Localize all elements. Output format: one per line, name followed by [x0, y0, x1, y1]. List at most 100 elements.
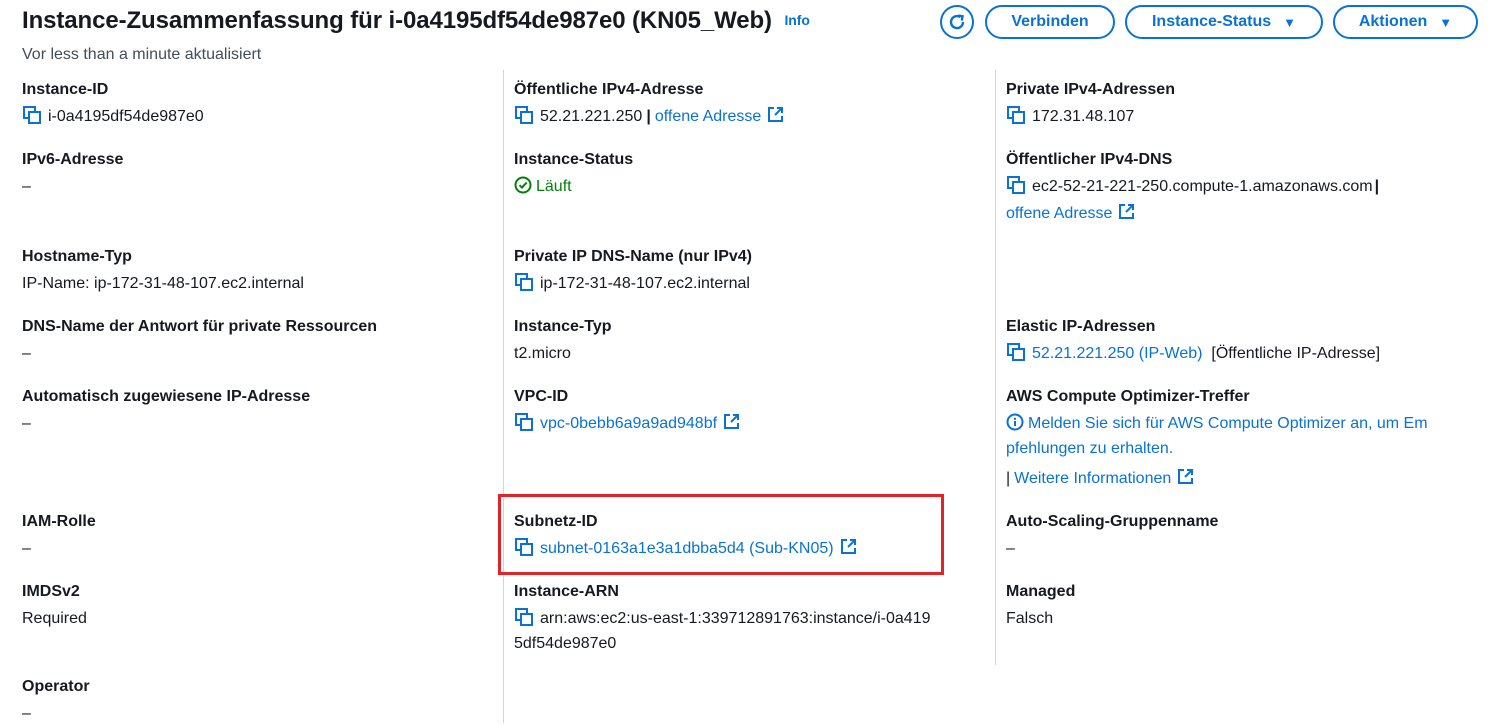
last-updated-text: Vor less than a minute aktualisiert: [22, 46, 262, 63]
ipv6-value: –: [22, 178, 31, 195]
private-dns-value: ip-172-31-48-107.ec2.internal: [540, 275, 750, 292]
elastic-ip-link[interactable]: 52.21.221.250 (IP-Web): [1032, 345, 1202, 362]
external-link-icon[interactable]: [767, 106, 784, 123]
column-divider: [503, 70, 504, 723]
copy-icon[interactable]: [1006, 105, 1026, 125]
copy-icon[interactable]: [514, 272, 534, 292]
managed-label: Managed: [1006, 583, 1076, 600]
instance-type-label: Instance-Typ: [514, 318, 612, 335]
public-ipv4-open-link[interactable]: offene Adresse: [655, 108, 761, 125]
iam-role-label: IAM-Rolle: [22, 513, 96, 530]
instance-type-field: Instance-Typ t2.micro: [514, 316, 984, 366]
auto-ip-field: Automatisch zugewiesene IP-Adresse –: [22, 386, 492, 436]
instance-id-value: i-0a4195df54de987e0: [48, 108, 204, 125]
optimizer-optin-link[interactable]: Melden Sie sich für AWS Compute Optimize…: [1028, 415, 1428, 432]
private-ipv4-label: Private IPv4-Adressen: [1006, 81, 1175, 98]
asg-label: Auto-Scaling-Gruppenname: [1006, 513, 1219, 530]
instance-type-value: t2.micro: [514, 345, 571, 362]
external-link-icon[interactable]: [723, 413, 740, 430]
optimizer-label: AWS Compute Optimizer-Treffer: [1006, 388, 1250, 405]
instance-status-label: Instance-Status: [514, 151, 634, 168]
copy-icon[interactable]: [1006, 175, 1026, 195]
optimizer-field: AWS Compute Optimizer-Treffer Melden Sie…: [1006, 386, 1476, 491]
refresh-button[interactable]: [940, 5, 974, 39]
imdsv2-label: IMDSv2: [22, 583, 80, 600]
page-title-text: Instance-Zusammenfassung für i-0a4195df5…: [22, 7, 772, 34]
instance-status-value: Läuft: [536, 178, 572, 195]
actions-dropdown[interactable]: Aktionen ▼: [1333, 5, 1478, 39]
instance-id-label: Instance-ID: [22, 81, 109, 98]
separator: |: [646, 108, 651, 125]
elastic-ip-field: Elastic IP-Adressen 52.21.221.250 (IP-We…: [1006, 316, 1476, 366]
asg-field: Auto-Scaling-Gruppenname –: [1006, 511, 1476, 561]
public-dns-value: ec2-52-21-221-250.compute-1.amazonaws.co…: [1032, 178, 1373, 195]
caret-down-icon: ▼: [1439, 14, 1453, 30]
instance-status-field: Instance-Status Läuft: [514, 149, 984, 199]
instance-arn-field: Instance-ARN arn:aws:ec2:us-east-1:33971…: [514, 581, 984, 656]
public-dns-label: Öffentlicher IPv4-DNS: [1006, 151, 1173, 168]
dns-private-label: DNS-Name der Antwort für private Ressour…: [22, 318, 378, 335]
check-circle-icon: [514, 176, 532, 194]
instance-status-dropdown-label: Instance-Status: [1151, 13, 1272, 30]
public-dns-field: Öffentlicher IPv4-DNS ec2-52-21-221-250.…: [1006, 149, 1476, 226]
copy-icon[interactable]: [514, 105, 534, 125]
more-info-link[interactable]: Weitere Informationen: [1014, 470, 1171, 487]
page-title: Instance-Zusammenfassung für i-0a4195df5…: [22, 7, 810, 35]
asg-value: –: [1006, 540, 1015, 557]
public-dns-open-link[interactable]: offene Adresse: [1006, 205, 1112, 222]
instance-arn-label: Instance-ARN: [514, 583, 619, 600]
auto-ip-value: –: [22, 415, 31, 432]
vpc-id-label: VPC-ID: [514, 388, 569, 405]
separator: |: [1006, 470, 1011, 487]
private-dns-label: Private IP DNS-Name (nur IPv4): [514, 248, 753, 265]
copy-icon[interactable]: [514, 607, 534, 627]
refresh-icon: [949, 14, 965, 30]
ipv6-label: IPv6-Adresse: [22, 151, 124, 168]
connect-button-label: Verbinden: [1011, 13, 1089, 30]
optimizer-optin-link-line2[interactable]: pfehlungen zu erhalten.: [1006, 436, 1476, 461]
hostname-type-value: IP-Name: ip-172-31-48-107.ec2.internal: [22, 275, 304, 292]
column-divider: [995, 70, 996, 665]
vpc-id-field: VPC-ID vpc-0bebb6a9a9ad948bf: [514, 386, 984, 436]
info-icon: [1006, 413, 1024, 431]
auto-ip-label: Automatisch zugewiesene IP-Adresse: [22, 388, 311, 405]
caret-down-icon: ▼: [1283, 14, 1296, 30]
elastic-ip-label: Elastic IP-Adressen: [1006, 318, 1156, 335]
managed-value: Falsch: [1006, 610, 1054, 627]
separator: |: [1374, 178, 1380, 195]
imdsv2-field: IMDSv2 Required: [22, 581, 492, 631]
highlight-box: [498, 494, 944, 575]
instance-arn-value-line2: 5df54de987e0: [514, 635, 617, 652]
iam-role-field: IAM-Rolle –: [22, 511, 492, 561]
private-ipv4-value: 172.31.48.107: [1032, 108, 1135, 125]
ipv6-field: IPv6-Adresse –: [22, 149, 492, 199]
connect-button[interactable]: Verbinden: [985, 5, 1115, 39]
operator-field: Operator –: [22, 676, 492, 726]
private-ipv4-field: Private IPv4-Adressen 172.31.48.107: [1006, 79, 1476, 129]
imdsv2-value: Required: [22, 610, 87, 627]
hostname-type-label: Hostname-Typ: [22, 248, 132, 265]
instance-id-field: Instance-ID i-0a4195df54de987e0: [22, 79, 492, 129]
public-ipv4-value: 52.21.221.250: [540, 108, 643, 125]
public-ipv4-label: Öffentliche IPv4-Adresse: [514, 81, 704, 98]
copy-icon[interactable]: [1006, 342, 1026, 362]
private-dns-field: Private IP DNS-Name (nur IPv4) ip-172-31…: [514, 246, 984, 296]
managed-field: Managed Falsch: [1006, 581, 1476, 631]
elastic-ip-type: [Öffentliche IP-Adresse]: [1211, 345, 1381, 362]
operator-value: –: [22, 705, 31, 722]
actions-dropdown-label: Aktionen: [1358, 13, 1428, 30]
dns-private-value: –: [22, 345, 31, 362]
external-link-icon[interactable]: [1118, 203, 1135, 220]
copy-icon[interactable]: [514, 412, 534, 432]
info-link[interactable]: Info: [785, 12, 810, 28]
iam-role-value: –: [22, 540, 31, 557]
instance-arn-value-line1: arn:aws:ec2:us-east-1:339712891763:insta…: [540, 610, 931, 627]
dns-private-field: DNS-Name der Antwort für private Ressour…: [22, 316, 492, 366]
external-link-icon[interactable]: [1177, 468, 1194, 485]
copy-icon[interactable]: [22, 105, 42, 125]
hostname-type-field: Hostname-Typ IP-Name: ip-172-31-48-107.e…: [22, 246, 492, 296]
vpc-id-link[interactable]: vpc-0bebb6a9a9ad948bf: [540, 415, 717, 432]
instance-status-dropdown[interactable]: Instance-Status ▼: [1125, 5, 1323, 39]
public-ipv4-field: Öffentliche IPv4-Adresse 52.21.221.250 | o…: [514, 79, 984, 129]
operator-label: Operator: [22, 678, 90, 695]
